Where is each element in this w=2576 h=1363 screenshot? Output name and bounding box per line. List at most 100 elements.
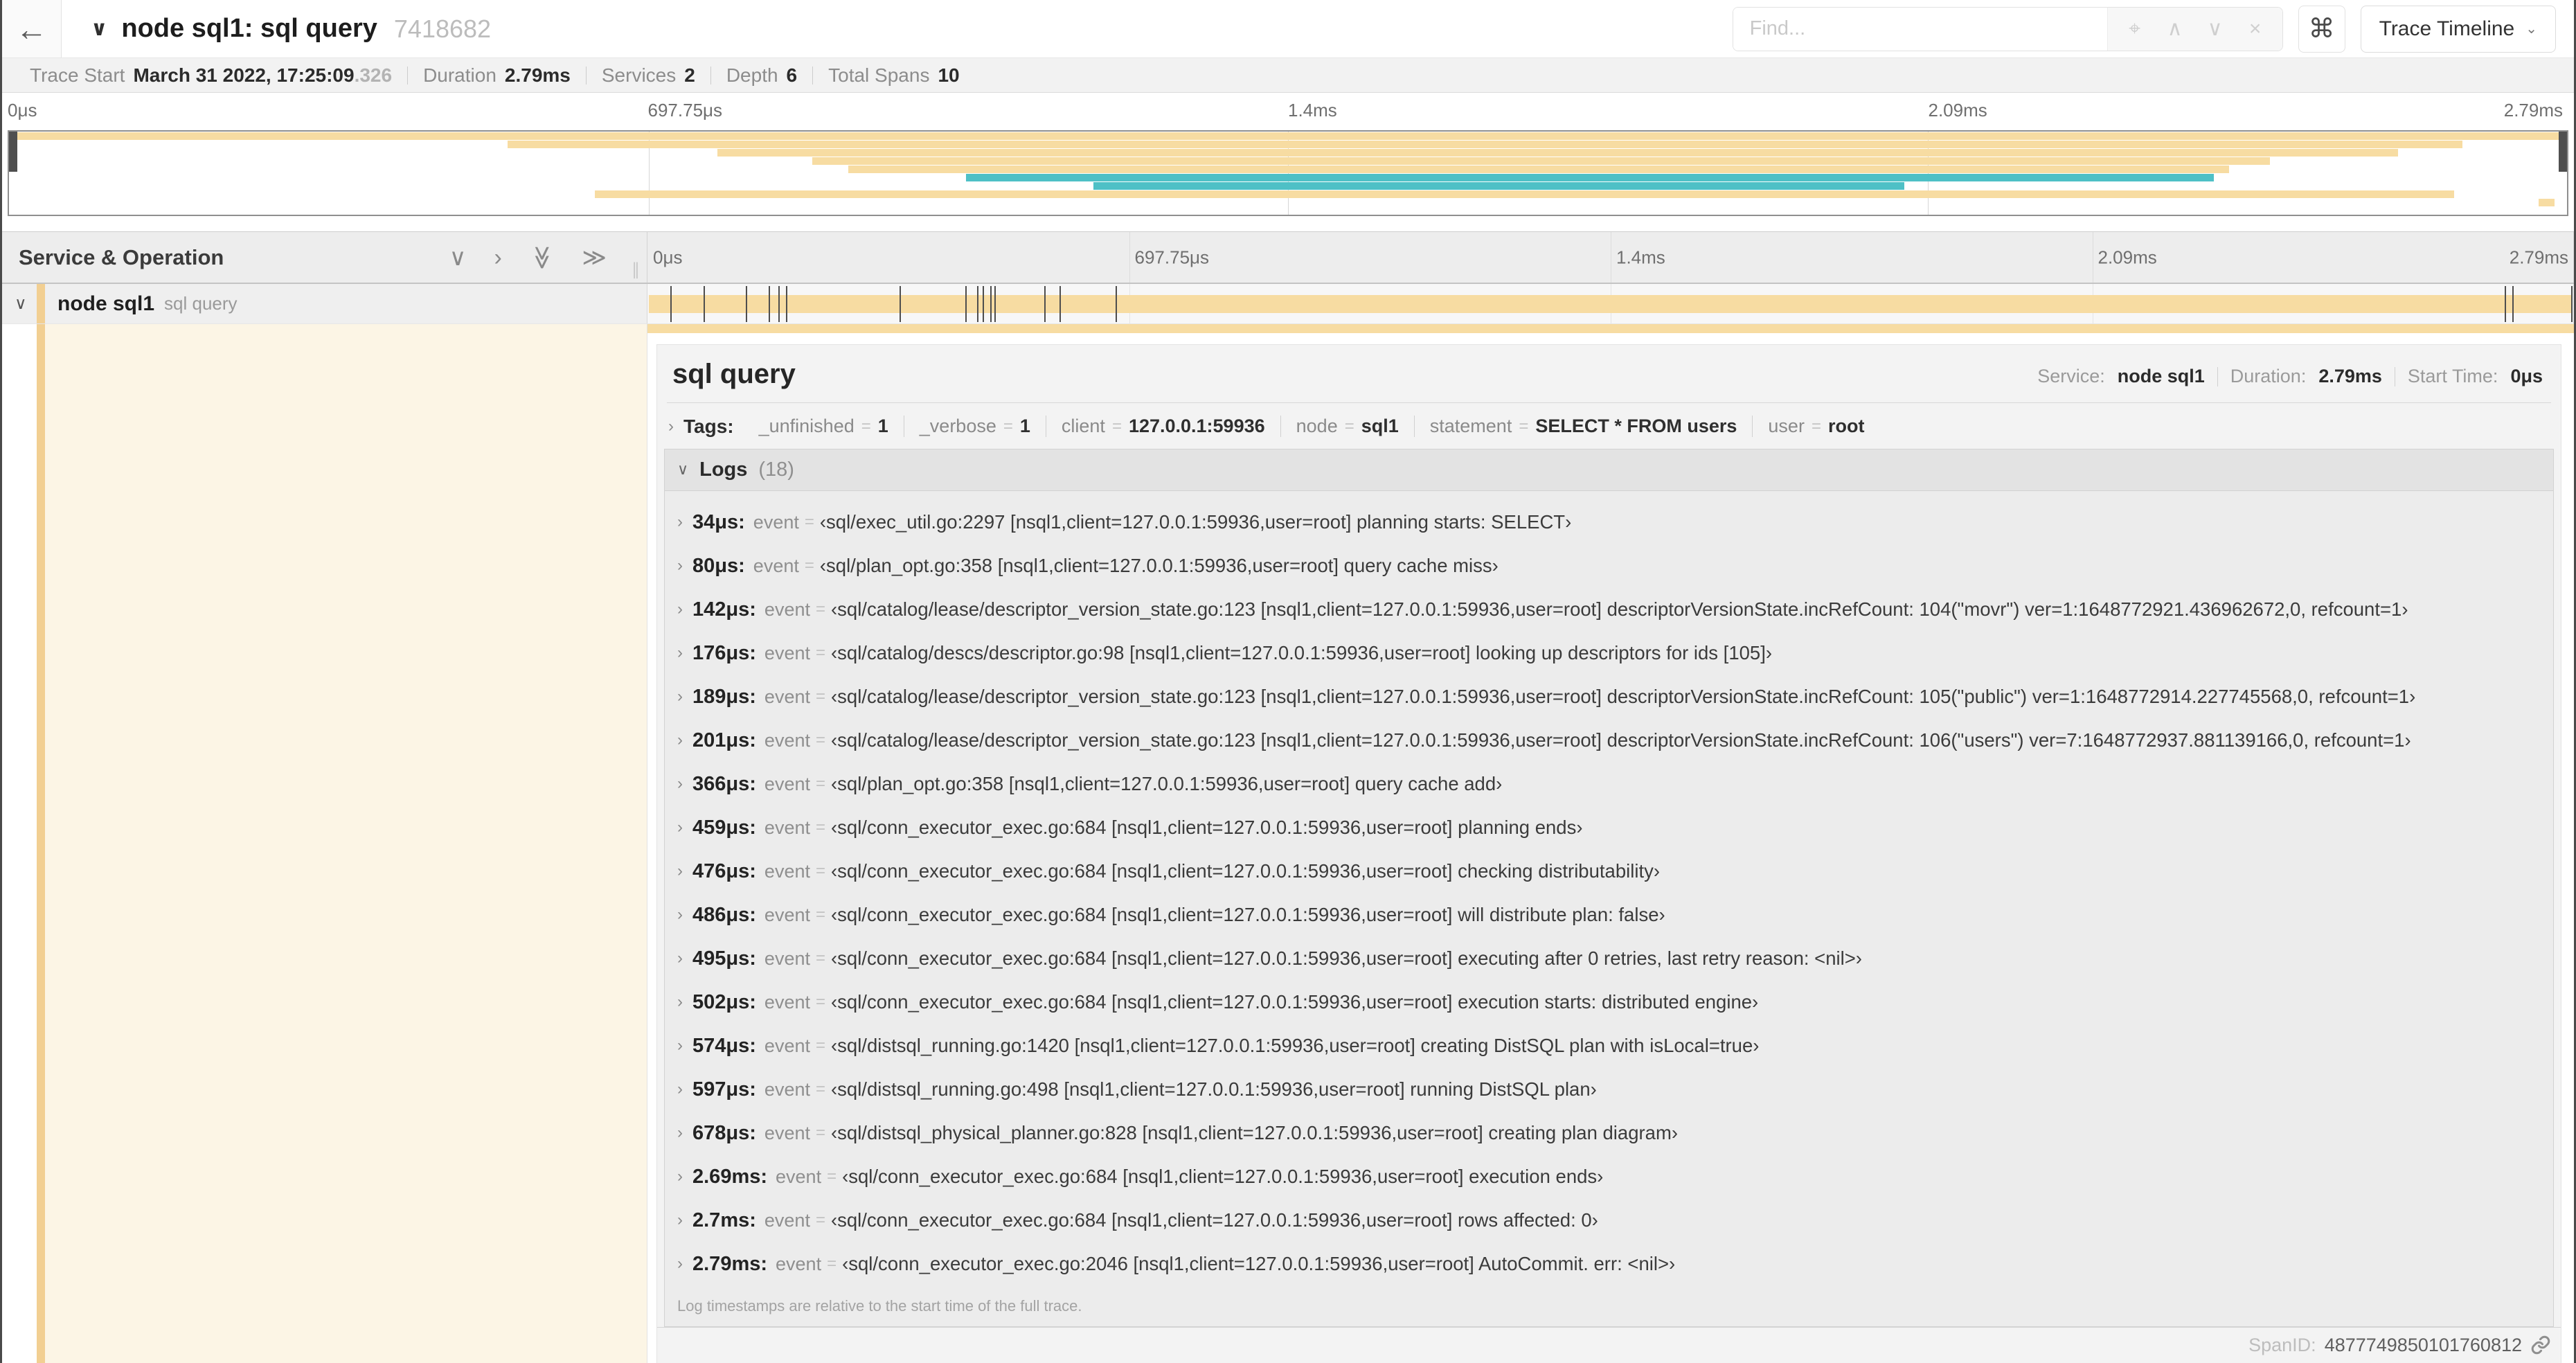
tag-equals: = bbox=[1811, 416, 1821, 436]
service-color-stripe bbox=[37, 284, 45, 323]
log-row[interactable]: › 495μs: event = ‹sql/conn_executor_exec.go:… bbox=[665, 937, 2553, 981]
meta-value: March 31 2022, 17:25:09.326 bbox=[133, 64, 393, 86]
tag-equals: = bbox=[1344, 416, 1354, 436]
log-field-equals: = bbox=[815, 1211, 825, 1230]
log-expand-icon: › bbox=[677, 513, 683, 532]
log-row[interactable]: › 2.7ms: event = ‹sql/conn_executor_exec.go:… bbox=[665, 1199, 2553, 1242]
log-field-equals: = bbox=[815, 643, 825, 663]
log-row[interactable]: › 34μs: event = ‹sql/exec_util.go:2297 [nsql… bbox=[665, 501, 2553, 544]
log-field-value: ‹sql/distsql_physical_planner.go:828 [ns… bbox=[831, 1122, 1679, 1144]
log-tick-marker bbox=[2570, 286, 2573, 322]
collapse-one-icon[interactable]: ∨ bbox=[449, 246, 467, 269]
log-row[interactable]: › 142μs: event = ‹sql/catalog/lease/descript… bbox=[665, 588, 2553, 632]
span-collapse-icon[interactable]: ∨ bbox=[15, 294, 27, 314]
log-field-equals: = bbox=[815, 862, 825, 881]
title-collapse-icon[interactable]: ∨ bbox=[91, 17, 107, 41]
tags-toggle-row[interactable]: › Tags: _unfinished = 1 _verbose = 1 client = 12… bbox=[657, 403, 2561, 447]
log-timestamp: 2.7ms: bbox=[692, 1209, 756, 1231]
log-expand-icon: › bbox=[677, 949, 683, 968]
log-field-equals: = bbox=[815, 905, 825, 925]
keyboard-shortcuts-button[interactable]: ⌘ bbox=[2298, 5, 2345, 53]
expand-all-icon[interactable]: ≫ bbox=[582, 246, 607, 269]
log-row[interactable]: › 574μs: event = ‹sql/distsql_running.go:142… bbox=[665, 1024, 2553, 1068]
log-field-value: ‹sql/catalog/lease/descriptor_version_st… bbox=[831, 686, 2416, 708]
log-field-key: event bbox=[764, 1209, 810, 1231]
viewport-scrub-handle-right[interactable] bbox=[2559, 132, 2567, 172]
deep-link-icon[interactable] bbox=[2530, 1335, 2551, 1355]
log-tick-marker bbox=[1116, 286, 1118, 322]
back-arrow-icon: ← bbox=[15, 10, 48, 47]
log-tick-marker bbox=[976, 286, 978, 322]
ruler-tick-label: 2.09ms bbox=[2098, 247, 2157, 267]
log-timestamp: 574μs: bbox=[692, 1034, 756, 1057]
minimap-canvas[interactable] bbox=[8, 130, 2568, 216]
span-operation-name: sql query bbox=[164, 293, 238, 314]
log-timestamp: 142μs: bbox=[692, 598, 756, 621]
detail-timeline-column: sql query Service: node sql1 Duration: 2… bbox=[647, 324, 2574, 1363]
log-timestamp: 201μs: bbox=[692, 729, 756, 751]
start-time-label: Start Time: bbox=[2407, 366, 2498, 386]
span-bar-cell[interactable] bbox=[647, 284, 2574, 323]
log-row[interactable]: › 678μs: event = ‹sql/distsql_physical_plann… bbox=[665, 1112, 2553, 1155]
command-icon: ⌘ bbox=[2308, 15, 2335, 44]
minimap-span-bar bbox=[717, 149, 2399, 157]
tag-key: _verbose bbox=[919, 416, 996, 437]
log-row[interactable]: › 597μs: event = ‹sql/distsql_running.go:498… bbox=[665, 1068, 2553, 1112]
trace-view-dropdown[interactable]: Trace Timeline ⌄ bbox=[2360, 5, 2556, 53]
viewport-scrub-handle-left[interactable] bbox=[9, 132, 17, 172]
detail-name-column bbox=[2, 324, 647, 1363]
log-row[interactable]: › 486μs: event = ‹sql/conn_executor_exec.go:… bbox=[665, 893, 2553, 937]
log-row[interactable]: › 2.79ms: event = ‹sql/conn_executor_exec.go… bbox=[665, 1242, 2553, 1286]
log-tick-marker bbox=[703, 286, 705, 322]
expand-one-icon[interactable]: › bbox=[494, 246, 501, 269]
log-row[interactable]: › 459μs: event = ‹sql/conn_executor_exec.go:… bbox=[665, 806, 2553, 850]
log-row[interactable]: › 502μs: event = ‹sql/conn_executor_exec.go:… bbox=[665, 981, 2553, 1024]
log-field-value: ‹sql/plan_opt.go:358 [nsql1,client=127.0… bbox=[819, 555, 1499, 577]
minimap-span-bar bbox=[965, 174, 2215, 181]
log-field-value: ‹sql/conn_executor_exec.go:684 [nsql1,cl… bbox=[831, 947, 1862, 970]
tag-key: node bbox=[1296, 416, 1338, 437]
meta-item: Trace Start March 31 2022, 17:25:09.326 bbox=[15, 64, 407, 87]
collapse-all-icon[interactable]: ≫ bbox=[529, 245, 555, 270]
column-resizer-handle[interactable]: ∥ bbox=[632, 260, 641, 280]
log-tick-marker bbox=[965, 286, 967, 322]
log-row[interactable]: › 476μs: event = ‹sql/conn_executor_exec.go:… bbox=[665, 850, 2553, 893]
log-field-equals: = bbox=[815, 1036, 825, 1055]
start-time-value: 0μs bbox=[2510, 366, 2543, 386]
next-result-button[interactable]: ∨ bbox=[2197, 10, 2234, 48]
log-field-key: event bbox=[776, 1166, 822, 1187]
span-row-name-cell[interactable]: ∨ node sql1 sql query bbox=[2, 284, 647, 323]
locate-button[interactable]: ⌖ bbox=[2116, 10, 2154, 48]
log-row[interactable]: › 366μs: event = ‹sql/plan_opt.go:358 [nsql1… bbox=[665, 763, 2553, 806]
log-tick-marker bbox=[769, 286, 771, 322]
log-row[interactable]: › 2.69ms: event = ‹sql/conn_executor_exec.go… bbox=[665, 1155, 2553, 1199]
logs-toggle-header[interactable]: ∨ Logs (18) bbox=[665, 449, 2553, 491]
meta-value: 2 bbox=[684, 64, 695, 86]
log-field-value: ‹sql/catalog/lease/descriptor_version_st… bbox=[831, 729, 2411, 751]
meta-item: Total Spans 10 bbox=[813, 64, 974, 87]
tags-list: _unfinished = 1 _verbose = 1 client = 127.0.0.1:… bbox=[744, 416, 1880, 438]
log-row[interactable]: › 80μs: event = ‹sql/plan_opt.go:358 [nsql1,… bbox=[665, 544, 2553, 588]
prev-result-button[interactable]: ∧ bbox=[2156, 10, 2194, 48]
tag-key: statement bbox=[1429, 416, 1512, 437]
minimap-tick-labels: 0μs 697.75μs 1.4ms 2.09ms 2.79ms bbox=[8, 100, 2568, 127]
log-field-equals: = bbox=[815, 818, 825, 837]
back-button[interactable]: ← bbox=[2, 0, 62, 57]
log-field-value: ‹sql/conn_executor_exec.go:684 [nsql1,cl… bbox=[831, 991, 1759, 1013]
tag-item: client = 127.0.0.1:59936 bbox=[1045, 416, 1280, 438]
log-row[interactable]: › 201μs: event = ‹sql/catalog/lease/descript… bbox=[665, 719, 2553, 763]
find-box: ⌖ ∧ ∨ × bbox=[1732, 6, 2283, 51]
log-expand-icon: › bbox=[677, 1123, 683, 1143]
log-row[interactable]: › 189μs: event = ‹sql/catalog/lease/descript… bbox=[665, 675, 2553, 719]
grid-line bbox=[1129, 232, 1130, 283]
clear-find-button[interactable]: × bbox=[2237, 10, 2274, 48]
log-row[interactable]: › 176μs: event = ‹sql/catalog/descs/descript… bbox=[665, 632, 2553, 675]
log-expand-icon: › bbox=[677, 818, 683, 837]
tag-key: client bbox=[1061, 416, 1105, 437]
logs-relative-note: Log timestamps are relative to the start… bbox=[677, 1297, 1082, 1315]
find-input[interactable] bbox=[1733, 7, 2107, 51]
log-field-value: ‹sql/catalog/descs/descriptor.go:98 [nsq… bbox=[831, 642, 1773, 664]
tag-equals: = bbox=[1519, 416, 1529, 436]
tag-item: _verbose = 1 bbox=[903, 416, 1046, 438]
minimap-span-bar bbox=[9, 132, 2567, 140]
